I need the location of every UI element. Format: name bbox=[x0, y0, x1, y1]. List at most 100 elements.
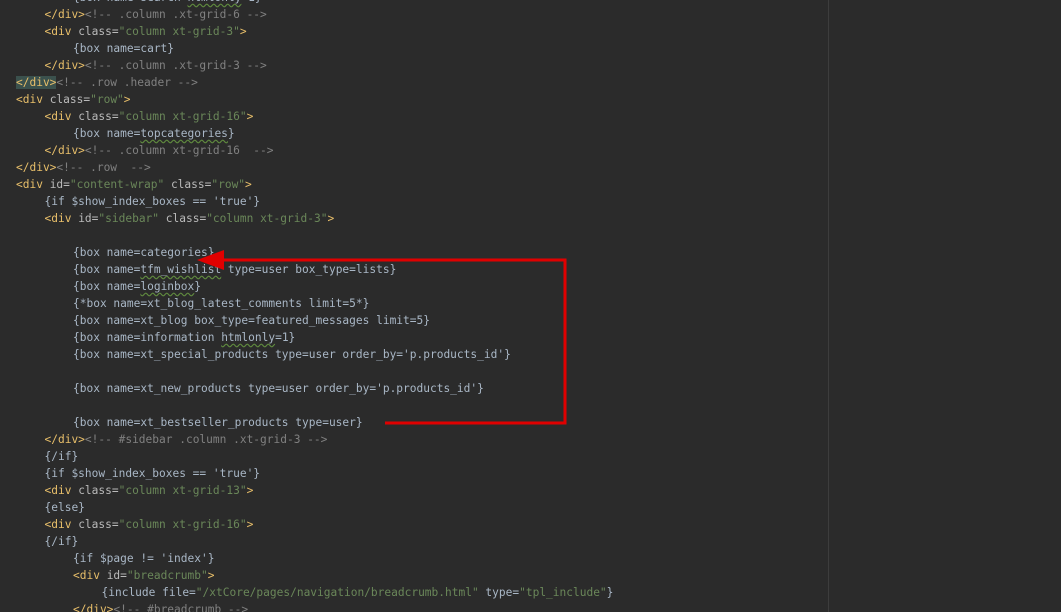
code-line[interactable]: {else} bbox=[16, 499, 613, 516]
code-line[interactable]: {box name=topcategories} bbox=[16, 125, 613, 142]
code-line[interactable]: {box name=information htmlonly=1} bbox=[16, 329, 613, 346]
code-line[interactable]: {if $show_index_boxes == 'true'} bbox=[16, 193, 613, 210]
code-token: > bbox=[246, 484, 254, 497]
code-token: "row" bbox=[211, 178, 246, 191]
code-line[interactable]: {/if} bbox=[16, 533, 613, 550]
code-line[interactable]: <div class="column xt-grid-16"> bbox=[16, 108, 613, 125]
code-token: {box name=xt_blog box_type=featured_mess… bbox=[73, 314, 430, 327]
code-line[interactable]: </div><!-- .row --> bbox=[16, 159, 613, 176]
code-token: <div bbox=[44, 25, 79, 38]
code-line[interactable]: </div><!-- .column .xt-grid-6 --> bbox=[16, 6, 613, 23]
code-token: =1} bbox=[241, 0, 261, 4]
code-token: <div bbox=[44, 212, 79, 225]
code-token: </div> bbox=[16, 161, 57, 174]
code-token: {box name= bbox=[73, 280, 141, 293]
code-token: "column xt-grid-16" bbox=[118, 518, 247, 531]
code-token: {box name= bbox=[73, 263, 141, 276]
code-token: {include file= bbox=[101, 586, 196, 599]
code-token: <!-- #sidebar .column .xt-grid-3 --> bbox=[84, 433, 328, 446]
code-line[interactable]: </div><!-- .column xt-grid-16 --> bbox=[16, 142, 613, 159]
code-token: } bbox=[227, 127, 235, 140]
code-token: {if $show_index_boxes == 'true'} bbox=[44, 195, 261, 208]
code-token: } bbox=[194, 280, 201, 293]
code-token: > bbox=[123, 93, 131, 106]
code-editor[interactable]: {box name=search htmlonly=1}</div><!-- .… bbox=[0, 0, 1061, 612]
code-token: class= bbox=[164, 178, 212, 191]
code-token: topcategories bbox=[140, 127, 228, 140]
code-token: class= bbox=[78, 518, 119, 531]
code-token: } bbox=[606, 586, 614, 599]
code-token: <!-- .row .header --> bbox=[56, 76, 198, 89]
code-line[interactable]: {/if} bbox=[16, 448, 613, 465]
code-line[interactable] bbox=[16, 363, 613, 380]
code-token: <!-- .column .xt-grid-6 --> bbox=[84, 8, 267, 21]
code-line[interactable] bbox=[16, 397, 613, 414]
code-line[interactable]: <div id="breadcrumb"> bbox=[16, 567, 613, 584]
code-line[interactable]: <div class="column xt-grid-13"> bbox=[16, 482, 613, 499]
code-line[interactable]: <div class="row"> bbox=[16, 91, 613, 108]
code-token: id= bbox=[49, 178, 70, 191]
code-token: {box name=categories} bbox=[73, 246, 215, 259]
code-token: "column xt-grid-13" bbox=[118, 484, 247, 497]
code-token: class= bbox=[78, 25, 119, 38]
code-line[interactable]: {box name=xt_special_products type=user … bbox=[16, 346, 613, 363]
code-token: <div bbox=[16, 93, 50, 106]
code-token: {box name=information bbox=[73, 331, 222, 344]
code-token: {*box name=xt_blog_latest_comments limit… bbox=[73, 297, 370, 310]
code-token: </div> bbox=[44, 59, 85, 72]
code-token: id= bbox=[78, 212, 99, 225]
code-token: </div> bbox=[44, 8, 85, 21]
code-token: class= bbox=[49, 93, 91, 106]
code-token: <div bbox=[44, 484, 79, 497]
code-token: "column xt-grid-16" bbox=[118, 110, 247, 123]
code-token: "row" bbox=[90, 93, 124, 106]
code-token: > bbox=[239, 25, 247, 38]
code-token: > bbox=[207, 569, 215, 582]
code-token: > bbox=[327, 212, 335, 225]
code-line[interactable]: {box name=xt_blog box_type=featured_mess… bbox=[16, 312, 613, 329]
code-token: id= bbox=[106, 569, 127, 582]
code-line[interactable]: {if $show_index_boxes == 'true'} bbox=[16, 465, 613, 482]
code-token: > bbox=[245, 178, 252, 191]
code-token: </div> bbox=[16, 76, 57, 89]
code-token: "column xt-grid-3" bbox=[206, 212, 328, 225]
code-token: htmlonly bbox=[188, 0, 242, 4]
code-token: </div> bbox=[44, 144, 85, 157]
code-line[interactable]: <div class="column xt-grid-3"> bbox=[16, 23, 613, 40]
code-token: <div bbox=[44, 518, 79, 531]
code-token: "sidebar" bbox=[98, 212, 160, 225]
code-token: class= bbox=[78, 110, 119, 123]
code-token: <div bbox=[44, 110, 79, 123]
code-token: {box name= bbox=[73, 127, 141, 140]
code-line[interactable]: {box name=loginbox} bbox=[16, 278, 613, 295]
code-line[interactable]: <div id="content-wrap" class="row"> bbox=[16, 176, 613, 193]
code-line[interactable]: {box name=cart} bbox=[16, 40, 613, 57]
code-token: {box name=xt_bestseller_products type=us… bbox=[73, 416, 363, 429]
code-token: tfm_wishlist bbox=[140, 263, 222, 276]
code-line[interactable]: </div><!-- #breadcrumb --> bbox=[16, 601, 613, 612]
code-token: class= bbox=[159, 212, 207, 225]
code-token: {box name=search bbox=[73, 0, 188, 4]
code-line[interactable]: </div><!-- #sidebar .column .xt-grid-3 -… bbox=[16, 431, 613, 448]
code-line[interactable]: {box name=categories} bbox=[16, 244, 613, 261]
code-token: "breadcrumb" bbox=[126, 569, 208, 582]
code-line[interactable]: {box name=tfm_wishlist type=user box_typ… bbox=[16, 261, 613, 278]
code-line[interactable]: </div><!-- .column .xt-grid-3 --> bbox=[16, 57, 613, 74]
code-token: > bbox=[246, 110, 254, 123]
code-line[interactable]: <div id="sidebar" class="column xt-grid-… bbox=[16, 210, 613, 227]
code-line[interactable]: {box name=xt_new_products type=user orde… bbox=[16, 380, 613, 397]
code-line[interactable]: {include file="/xtCore/pages/navigation/… bbox=[16, 584, 614, 601]
code-line[interactable]: {*box name=xt_blog_latest_comments limit… bbox=[16, 295, 613, 312]
code-token: {/if} bbox=[44, 535, 79, 548]
code-line[interactable]: <div class="column xt-grid-16"> bbox=[16, 516, 613, 533]
code-token: {/if} bbox=[44, 450, 79, 463]
code-line[interactable] bbox=[16, 227, 613, 244]
code-line[interactable]: {box name=xt_bestseller_products type=us… bbox=[16, 414, 613, 431]
code-line[interactable]: </div><!-- .row .header --> bbox=[16, 74, 613, 91]
code-token: type=user box_type=lists} bbox=[221, 263, 397, 276]
code-token: {box name=xt_special_products type=user … bbox=[73, 348, 511, 361]
code-area[interactable]: {box name=search htmlonly=1}</div><!-- .… bbox=[16, 0, 613, 612]
code-line[interactable]: {if $page != 'index'} bbox=[16, 550, 613, 567]
code-token: <!-- .column .xt-grid-3 --> bbox=[84, 59, 267, 72]
code-token: </div> bbox=[44, 433, 85, 446]
